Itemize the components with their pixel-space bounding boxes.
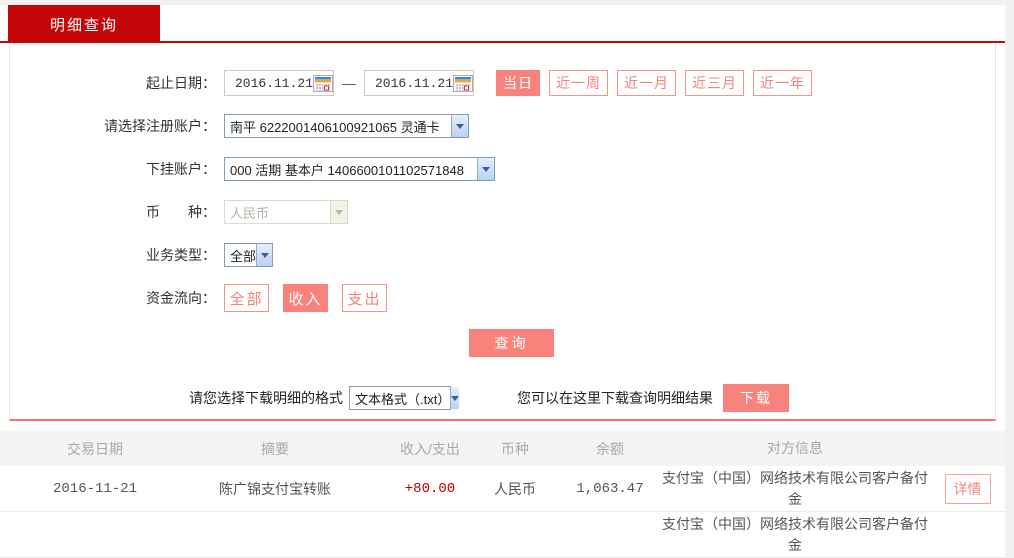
quick-range-today-button[interactable]: 当日 [496,70,540,96]
date-range-label: 起止日期： [146,75,216,91]
fund-flow-row: 资金流向： 全部 收入 支出 [10,284,995,312]
download-format-select[interactable]: 文本格式（.txt） [349,386,460,410]
table-row: 支付宝（中国）网络技术有限公司客户备付金 [0,512,1005,558]
query-button-row: 查询 [10,329,995,357]
register-account-row: 请选择注册账户： 南平 6222001406100921065 灵通卡 [10,113,995,139]
sub-account-row: 下挂账户： 000 活期 基本户 1406600101102571848 [10,156,995,182]
cell-trade-date: 2016-11-21 [52,480,137,497]
cell-amount: +80.00 [404,480,456,497]
cell-balance: 1,063.47 [576,480,644,497]
currency-value: 人民币 [230,205,270,221]
cell-currency: 人民币 [494,480,536,497]
header-trade-date: 交易日期 [67,440,123,457]
fund-flow-expense-button[interactable]: 支出 [342,284,387,312]
currency-label: 币 种： [146,204,216,220]
download-format-value: 文本格式（.txt） [355,391,451,407]
currency-row: 币 种： 人民币 [10,199,995,225]
chevron-down-icon [477,158,494,180]
download-format-label: 请您选择下载明细的格式 [189,390,343,406]
cell-action: 详情 [930,473,1005,504]
fund-flow-label: 资金流向： [146,290,216,306]
chevron-down-icon [330,201,347,223]
quick-range-year-button[interactable]: 近一年 [753,70,812,96]
register-account-select[interactable]: 南平 6222001406100921065 灵通卡 [224,114,469,138]
tab-detail-query[interactable]: 明细查询 [8,5,160,43]
business-type-value: 全部 [230,248,257,264]
tab-bar: 明细查询 [0,5,1005,43]
table-header-row: 交易日期 摘要 收入/支出 币种 余额 对方信息 [0,431,1005,466]
fund-flow-income-button[interactable]: 收入 [283,284,328,312]
sub-account-select[interactable]: 000 活期 基本户 1406600101102571848 [224,157,495,181]
query-button[interactable]: 查询 [469,329,554,357]
quick-range-week-button[interactable]: 近一周 [549,70,608,96]
register-account-value: 南平 6222001406100921065 灵通卡 [230,119,440,135]
quick-range-month-button[interactable]: 近一月 [617,70,676,96]
header-summary: 摘要 [261,440,289,457]
header-counterparty: 对方信息 [767,440,823,456]
register-account-label: 请选择注册账户： [104,118,216,134]
business-type-select[interactable]: 全部 [224,243,273,267]
chevron-down-icon [256,244,272,266]
end-date-input[interactable]: 2016.11.21 [364,70,474,96]
date-range-row: 起止日期： 2016.11.21 — 2016.11.21 当日 近一周 近一月… [10,70,995,96]
header-currency: 币种 [501,440,529,457]
download-row: 请您选择下载明细的格式 文本格式（.txt） 您可以在这里下载查询明细结果 下载 [10,384,995,412]
business-type-row: 业务类型： 全部 [10,242,995,268]
query-form-panel: 起止日期： 2016.11.21 — 2016.11.21 当日 近一周 近一月… [9,43,996,421]
quick-range-3months-button[interactable]: 近三月 [685,70,744,96]
chevron-down-icon [450,387,460,409]
calendar-icon[interactable] [453,74,474,92]
cell-summary: 陈广锦支付宝转账 [219,480,331,497]
download-hint-text: 您可以在这里下载查询明细结果 [517,390,713,406]
content-page: 明细查询 起止日期： 2016.11.21 — 2016.11.21 当日 近一… [0,5,1005,558]
sub-account-label: 下挂账户： [146,161,216,177]
calendar-icon[interactable] [313,74,334,92]
sub-account-value: 000 活期 基本户 1406600101102571848 [230,162,464,178]
detail-button[interactable]: 详情 [944,473,991,504]
fund-flow-all-button[interactable]: 全部 [224,284,269,312]
table-row: 2016-11-21 陈广锦支付宝转账 +80.00 人民币 1,063.47 … [0,466,1005,512]
header-balance: 余额 [596,440,624,457]
header-income-expense: 收入/支出 [400,440,460,457]
start-date-value: 2016.11.21 [235,75,314,91]
cell-counterparty: 支付宝（中国）网络技术有限公司客户备付金 [662,515,928,553]
download-button[interactable]: 下载 [723,384,789,412]
chevron-down-icon [451,115,468,137]
results-table: 交易日期 摘要 收入/支出 币种 余额 对方信息 2016-11-21 陈广锦支… [0,431,1005,558]
start-date-input[interactable]: 2016.11.21 [224,70,334,96]
end-date-value: 2016.11.21 [375,75,454,91]
currency-select: 人民币 [224,200,348,224]
cell-counterparty: 支付宝（中国）网络技术有限公司客户备付金 [662,469,928,507]
date-separator: — [342,75,356,91]
business-type-label: 业务类型： [146,247,216,263]
